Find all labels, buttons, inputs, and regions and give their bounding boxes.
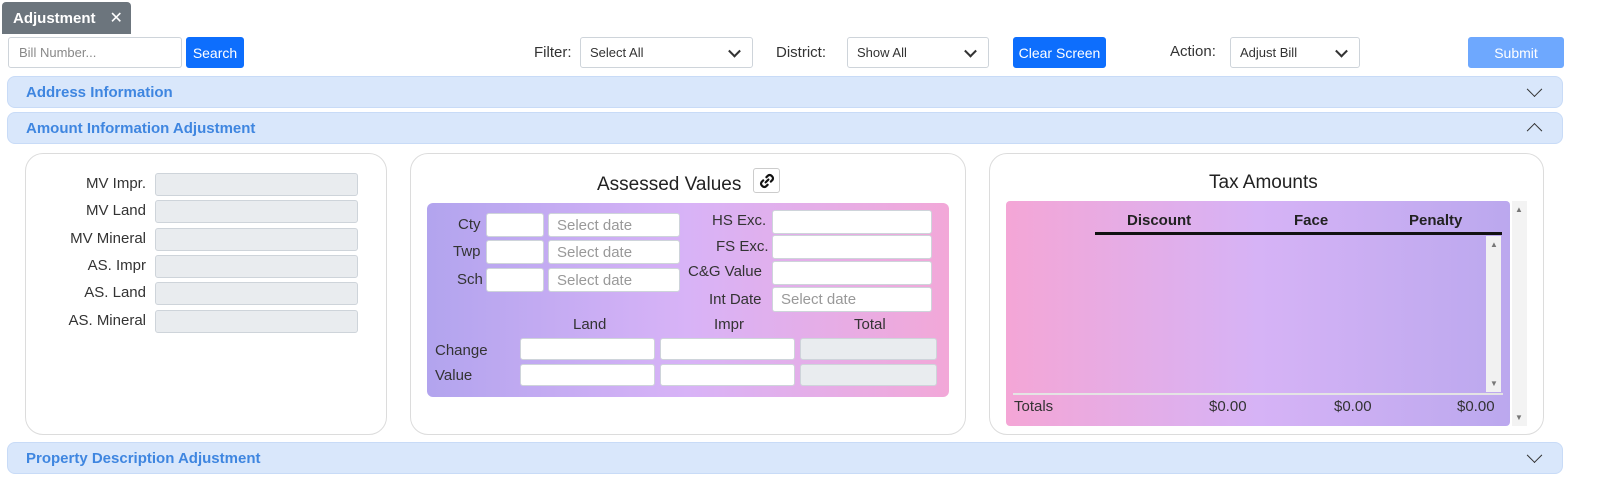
district-label: District: — [776, 44, 826, 61]
hs-exc-label: HS Exc. — [712, 212, 767, 229]
action-label: Action: — [1170, 43, 1216, 60]
value-total-field — [800, 364, 937, 386]
twp-date-input[interactable]: Select date — [548, 240, 680, 264]
face-header: Face — [1294, 212, 1329, 229]
cg-value-label: C&G Value — [688, 263, 762, 280]
amount-information-section[interactable]: Amount Information Adjustment — [7, 112, 1563, 144]
mv-mineral-field — [155, 228, 358, 251]
link-icon — [759, 173, 774, 188]
mv-mineral-label: MV Mineral — [70, 230, 146, 247]
total-header: Total — [854, 316, 886, 333]
section-title: Property Description Adjustment — [26, 449, 261, 467]
assessed-values-title: Assessed Values — [597, 174, 742, 195]
tab-adjustment[interactable]: Adjustment ✕ — [2, 2, 131, 34]
cg-value-input[interactable] — [772, 261, 932, 285]
hs-exc-input[interactable] — [772, 210, 932, 234]
filter-select[interactable]: Select All — [580, 37, 753, 68]
sch-input[interactable] — [486, 268, 544, 292]
submit-button[interactable]: Submit — [1468, 37, 1564, 68]
int-date-label: Int Date — [709, 291, 762, 308]
change-label: Change — [435, 342, 488, 359]
chevron-down-icon — [1526, 81, 1543, 98]
as-land-label: AS. Land — [84, 284, 146, 301]
chevron-down-icon — [1335, 44, 1348, 58]
value-land-input[interactable] — [520, 364, 655, 386]
penalty-header: Penalty — [1409, 212, 1463, 229]
cty-input[interactable] — [486, 213, 544, 237]
action-select[interactable]: Adjust Bill — [1230, 37, 1360, 68]
chevron-up-icon — [1526, 122, 1543, 139]
scroll-down-arrow-icon[interactable]: ▼ — [1490, 379, 1498, 388]
tab-label: Adjustment — [13, 9, 96, 27]
section-title: Amount Information Adjustment — [26, 119, 256, 137]
district-select[interactable]: Show All — [847, 37, 989, 68]
mv-land-field — [155, 200, 358, 223]
as-impr-label: AS. Impr — [87, 257, 146, 274]
int-date-input[interactable]: Select date — [772, 287, 932, 312]
totals-label: Totals — [1014, 398, 1054, 415]
twp-label: Twp — [453, 243, 481, 260]
totals-divider — [1013, 393, 1503, 395]
sch-label: Sch — [457, 271, 483, 288]
total-face: $0.00 — [1334, 398, 1372, 415]
change-impr-input[interactable] — [660, 338, 795, 360]
search-button[interactable]: Search — [186, 37, 244, 68]
chevron-down-icon — [964, 44, 977, 58]
tax-amounts-title: Tax Amounts — [1209, 172, 1318, 193]
change-land-input[interactable] — [520, 338, 655, 360]
action-value: Adjust Bill — [1240, 45, 1298, 60]
mv-impr-label: MV Impr. — [85, 175, 146, 192]
sch-date-input[interactable]: Select date — [548, 268, 680, 292]
scroll-up-arrow-icon[interactable]: ▲ — [1490, 240, 1498, 249]
property-description-section[interactable]: Property Description Adjustment — [7, 442, 1563, 474]
as-mineral-field — [155, 310, 358, 333]
mv-land-label: MV Land — [85, 202, 146, 219]
scroll-up-arrow-icon[interactable]: ▲ — [1515, 205, 1523, 214]
chevron-down-icon — [728, 44, 741, 58]
cty-label: Cty — [458, 216, 481, 233]
clear-screen-button[interactable]: Clear Screen — [1013, 37, 1106, 68]
as-mineral-label: AS. Mineral — [68, 312, 146, 329]
close-icon[interactable]: ✕ — [110, 8, 123, 28]
twp-input[interactable] — [486, 240, 544, 264]
bill-number-input[interactable] — [8, 37, 182, 68]
fs-exc-label: FS Exc. — [716, 238, 769, 255]
district-value: Show All — [857, 45, 907, 60]
address-information-section[interactable]: Address Information — [7, 76, 1563, 108]
header-divider — [1095, 232, 1502, 235]
total-discount: $0.00 — [1209, 398, 1247, 415]
filter-value: Select All — [590, 45, 644, 60]
scroll-down-arrow-icon[interactable]: ▼ — [1515, 413, 1523, 422]
filter-label: Filter: — [534, 44, 572, 61]
value-label: Value — [435, 367, 473, 384]
section-title: Address Information — [26, 83, 173, 101]
impr-header: Impr — [714, 316, 744, 333]
chevron-down-icon — [1526, 447, 1543, 464]
discount-header: Discount — [1127, 212, 1192, 229]
link-button[interactable] — [753, 168, 780, 193]
inner-scrollbar[interactable] — [1486, 236, 1501, 392]
value-impr-input[interactable] — [660, 364, 795, 386]
land-header: Land — [573, 316, 607, 333]
mv-impr-field — [155, 173, 358, 196]
change-total-field — [800, 338, 937, 360]
as-land-field — [155, 282, 358, 305]
outer-scrollbar[interactable] — [1512, 201, 1527, 426]
cty-date-input[interactable]: Select date — [548, 213, 680, 237]
total-penalty: $0.00 — [1457, 398, 1495, 415]
fs-exc-input[interactable] — [772, 235, 932, 259]
as-impr-field — [155, 255, 358, 278]
